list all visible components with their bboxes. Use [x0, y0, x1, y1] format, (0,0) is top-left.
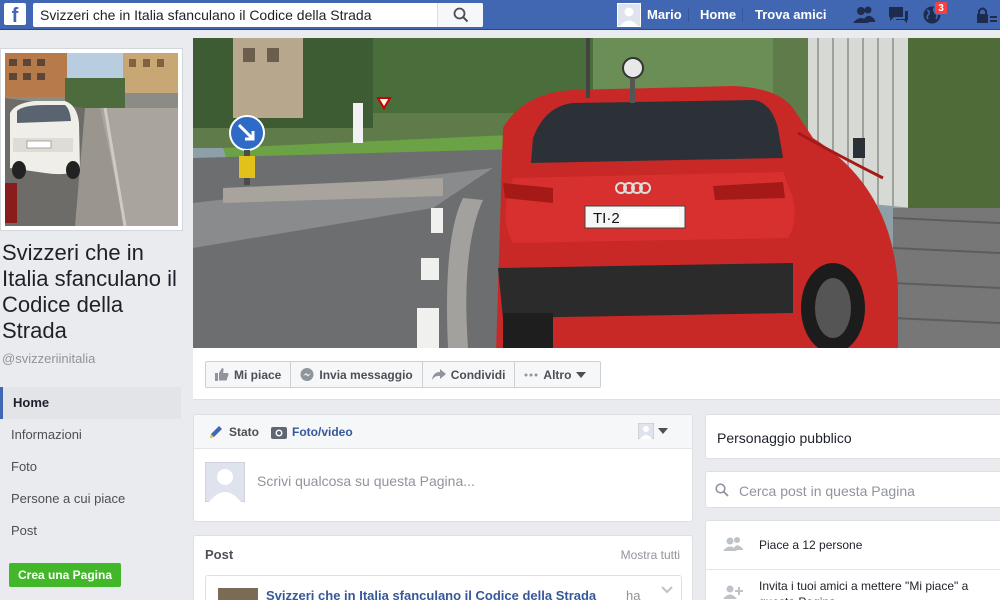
page-title[interactable]: Svizzeri che in Italia sfanculano il Cod…: [2, 240, 187, 344]
top-bar: f Mario Home Trova amici 3: [0, 0, 1000, 30]
likes-row: Piace a 12 persone: [706, 521, 1000, 570]
posts-section: Post Mostra tutti Svizzeri che in Italia…: [193, 535, 693, 600]
like-button[interactable]: Mi piace: [206, 362, 292, 387]
post-composer: Stato Foto/video Scrivi qualcosa su ques…: [193, 414, 693, 522]
send-message-button[interactable]: Invia messaggio: [291, 362, 423, 387]
avatar-silhouette-icon: [618, 4, 640, 26]
like-button-label: Mi piace: [234, 367, 282, 382]
search-posts-input[interactable]: Cerca post in questa Pagina: [739, 483, 915, 499]
find-friends-link[interactable]: Trova amici: [755, 0, 827, 30]
user-avatar[interactable]: [617, 3, 641, 27]
search-box[interactable]: [33, 3, 483, 27]
search-icon: [453, 7, 468, 23]
search-input[interactable]: [33, 4, 437, 26]
sidebar-item-foto[interactable]: Foto: [0, 451, 181, 483]
sidebar-item-post[interactable]: Post: [0, 515, 181, 547]
profile-picture[interactable]: [0, 48, 183, 231]
pencil-icon: [210, 425, 222, 438]
people-icon: [723, 537, 743, 551]
composer-avatar: [204, 461, 246, 503]
post-item: Svizzeri che in Italia sfanculano il Cod…: [205, 575, 682, 600]
messenger-icon: [300, 367, 314, 381]
page-handle[interactable]: @svizzeriinitalia: [2, 351, 95, 366]
tab-photo-video-label: Foto/video: [292, 424, 353, 439]
page-action-bar: Mi piace Invia messaggio Condividi Altro: [193, 348, 1000, 400]
separator: [742, 8, 743, 22]
search-icon: [715, 483, 729, 497]
left-column: Svizzeri che in Italia sfanculano il Cod…: [0, 30, 193, 600]
chevron-down-icon[interactable]: [661, 586, 673, 594]
more-button-label: Altro: [543, 367, 572, 382]
messages-icon[interactable]: [886, 5, 910, 25]
post-thumbnail[interactable]: [218, 588, 258, 600]
profile-link[interactable]: Mario: [647, 0, 682, 30]
action-button-group: Mi piace Invia messaggio Condividi Altro: [205, 361, 602, 388]
post-author-link[interactable]: Svizzeri che in Italia sfanculano il Cod…: [266, 588, 596, 600]
facebook-logo[interactable]: f: [4, 3, 26, 25]
likes-card: Piace a 12 persone Invita i tuoi amici a…: [705, 520, 1000, 600]
more-dots-icon: [524, 373, 538, 376]
chevron-down-icon: [658, 428, 668, 434]
invite-friends-text[interactable]: Invita i tuoi amici a mettere "Mi piace"…: [759, 578, 989, 600]
more-button[interactable]: Altro: [515, 362, 600, 387]
tab-status[interactable]: Stato: [208, 424, 259, 440]
friend-requests-icon[interactable]: [852, 5, 876, 25]
sidebar-item-informazioni[interactable]: Informazioni: [0, 419, 181, 451]
create-page-button[interactable]: Crea una Pagina: [9, 563, 121, 587]
add-friend-icon: [723, 585, 743, 599]
profile-photo: [5, 53, 178, 227]
avatar-silhouette-icon: [204, 461, 246, 503]
tab-photo-video[interactable]: Foto/video: [271, 425, 353, 439]
sidebar-item-persone[interactable]: Persone a cui piace: [0, 483, 181, 515]
cover-image: TI·2: [193, 38, 1000, 348]
audience-selector[interactable]: [638, 423, 668, 439]
privacy-lock-icon[interactable]: [973, 5, 997, 25]
search-button[interactable]: [437, 3, 483, 27]
send-message-label: Invia messaggio: [319, 367, 413, 382]
page-category[interactable]: Personaggio pubblico: [717, 430, 852, 446]
license-plate: TI·2: [593, 210, 620, 227]
notification-badge: 3: [934, 1, 948, 15]
composer-input[interactable]: Scrivi qualcosa su questa Pagina...: [257, 473, 475, 489]
share-icon: [431, 368, 446, 380]
cover-photo[interactable]: TI·2: [193, 38, 1000, 348]
separator: [688, 8, 689, 22]
page-category-card: Personaggio pubblico: [705, 414, 1000, 459]
see-all-posts-link[interactable]: Mostra tutti: [621, 548, 680, 562]
home-link[interactable]: Home: [700, 0, 736, 30]
share-button-label: Condividi: [450, 367, 506, 382]
sidebar-item-home[interactable]: Home: [0, 387, 181, 419]
composer-tabs: Stato Foto/video: [194, 415, 692, 449]
share-button[interactable]: Condividi: [423, 362, 516, 387]
thumbs-up-icon: [215, 368, 229, 381]
posts-title: Post: [205, 547, 234, 562]
chevron-down-icon: [576, 371, 587, 378]
search-posts-box[interactable]: Cerca post in questa Pagina: [705, 471, 1000, 508]
tab-status-label: Stato: [229, 424, 259, 439]
likes-count[interactable]: Piace a 12 persone: [759, 538, 862, 552]
post-header-suffix: ha: [626, 588, 641, 600]
camera-icon: [271, 426, 287, 439]
avatar-icon: [638, 423, 654, 439]
